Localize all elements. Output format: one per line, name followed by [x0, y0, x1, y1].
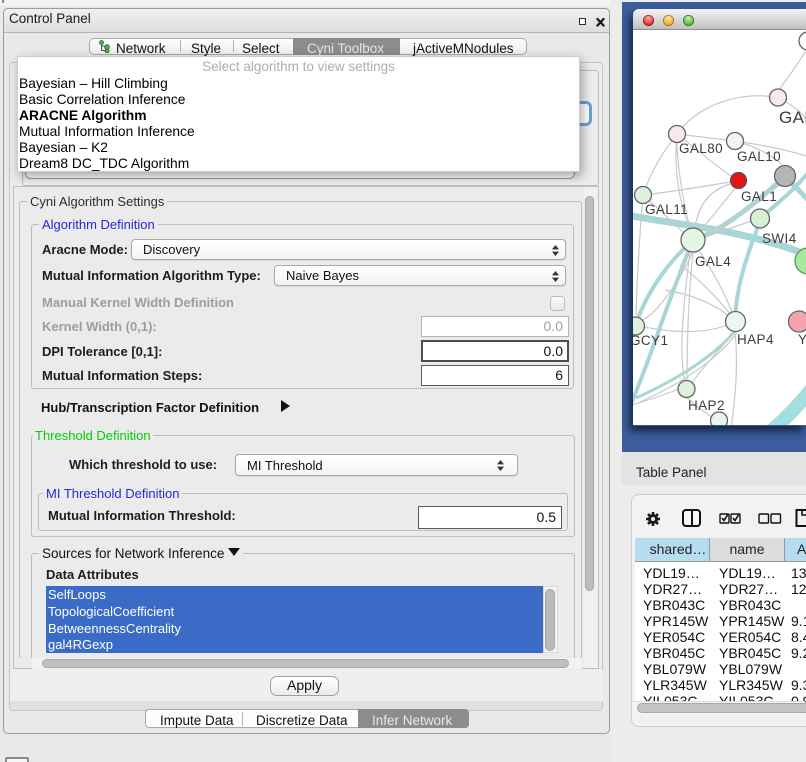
svg-text:HAP4: HAP4: [737, 332, 774, 347]
svg-text:GAL80: GAL80: [679, 141, 723, 156]
svg-text:GAL7: GAL7: [779, 108, 806, 127]
svg-text:GAL1: GAL1: [741, 189, 777, 204]
svg-text:GAL10: GAL10: [737, 149, 781, 164]
svg-text:GAL4: GAL4: [695, 254, 731, 269]
svg-text:SWI4: SWI4: [762, 231, 797, 246]
svg-text:HAP2: HAP2: [688, 398, 725, 413]
svg-text:GAL11: GAL11: [645, 202, 688, 217]
svg-text:YL: YL: [798, 332, 806, 347]
svg-text:GCY1: GCY1: [633, 333, 668, 348]
